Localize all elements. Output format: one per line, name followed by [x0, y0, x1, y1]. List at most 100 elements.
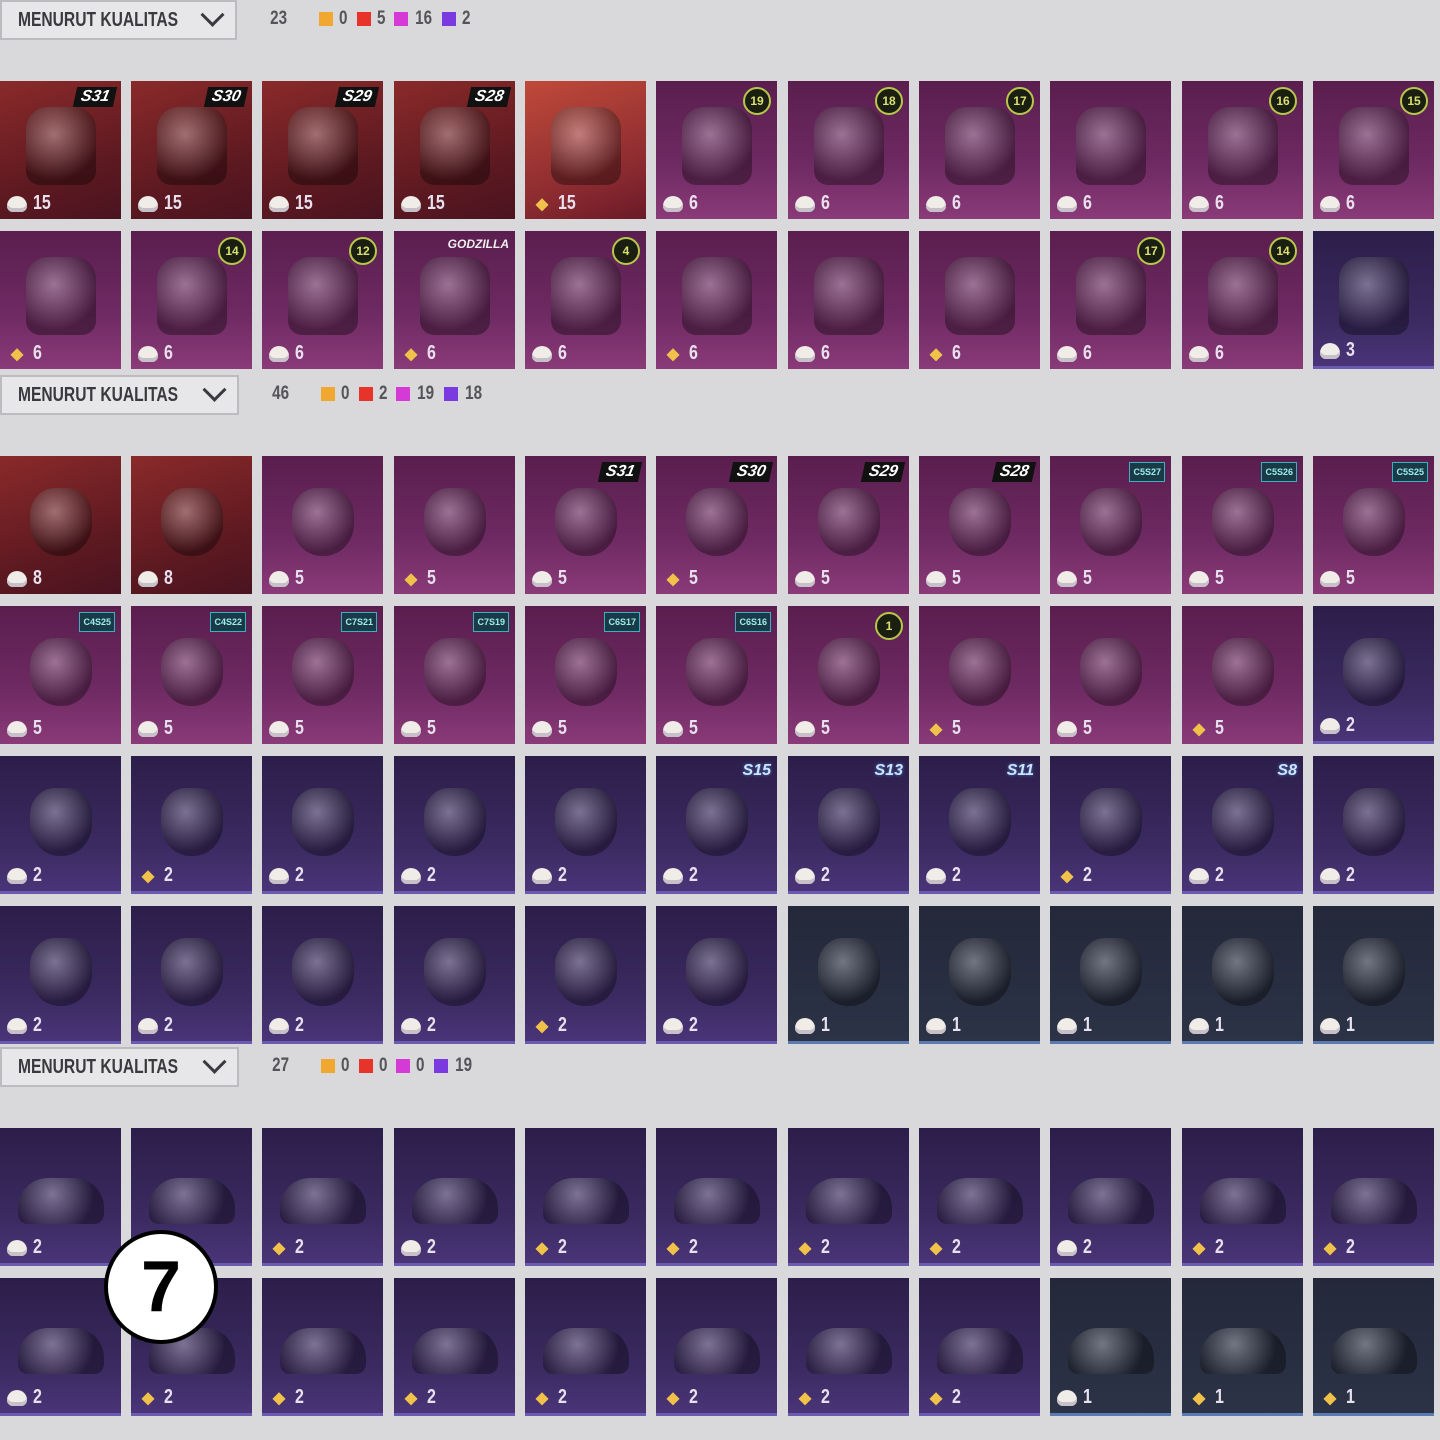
mask-item-tile[interactable]: C5S26 5 [1182, 456, 1303, 594]
mask-item-tile[interactable]: S30 ◆ 5 [656, 456, 777, 594]
shoe-item-tile[interactable]: ◆ 2 [656, 1278, 777, 1416]
bag-item-tile[interactable]: 6 [788, 231, 909, 369]
mask-item-tile[interactable]: 2 [525, 756, 646, 894]
bag-item-tile[interactable]: 19 6 [656, 81, 777, 219]
bag-item-tile[interactable]: ◆ 6 [656, 231, 777, 369]
mask-item-tile[interactable]: ◆ 5 [919, 606, 1040, 744]
sort-dropdown[interactable]: MENURUT KUALITAS [0, 0, 237, 40]
shoe-item-tile[interactable]: ◆ 2 [656, 1128, 777, 1266]
mask-item-tile[interactable]: ◆ 2 [525, 906, 646, 1044]
mask-item-tile[interactable]: S31 5 [525, 456, 646, 594]
shoe-item-tile[interactable]: ◆ 2 [525, 1278, 646, 1416]
mask-item-tile[interactable]: 2 [0, 756, 121, 894]
bag-item-tile[interactable]: 14 6 [131, 231, 252, 369]
cloud-coin-icon [662, 193, 684, 215]
mask-item-tile[interactable]: ◆ 2 [1050, 756, 1171, 894]
mask-item-tile[interactable]: 8 [0, 456, 121, 594]
mask-item-tile[interactable]: 2 [394, 906, 515, 1044]
mask-item-tile[interactable]: 2 [0, 906, 121, 1044]
mask-item-tile[interactable]: 1 [1313, 906, 1434, 1044]
mask-item-tile[interactable]: 5 [262, 456, 383, 594]
shoe-item-tile[interactable]: ◆ 2 [262, 1128, 383, 1266]
shoe-item-tile[interactable]: ◆ 2 [394, 1278, 515, 1416]
season-badge: 17 [1137, 237, 1165, 265]
mask-item-tile[interactable]: C7S21 5 [262, 606, 383, 744]
mask-item-tile[interactable]: 2 [262, 906, 383, 1044]
mask-item-tile[interactable]: C5S27 5 [1050, 456, 1171, 594]
bag-item-tile[interactable]: 14 6 [1182, 231, 1303, 369]
mask-item-tile[interactable]: ◆ 5 [1182, 606, 1303, 744]
mask-item-tile[interactable]: 2 [1313, 606, 1434, 744]
mask-item-tile[interactable]: C4S22 5 [131, 606, 252, 744]
bag-item-tile[interactable]: 46 [525, 231, 646, 369]
bag-item-tile[interactable]: 17 6 [1050, 231, 1171, 369]
bag-item-tile[interactable]: ◆ 6 [919, 231, 1040, 369]
shoe-item-tile[interactable]: ◆ 1 [1313, 1278, 1434, 1416]
mask-item-tile[interactable]: S13 2 [788, 756, 909, 894]
bag-item-tile[interactable]: 12 6 [262, 231, 383, 369]
bag-item-tile[interactable]: 16 6 [1182, 81, 1303, 219]
shoe-item-tile[interactable]: ◆ 2 [788, 1128, 909, 1266]
shoe-item-tile[interactable]: 2 [0, 1128, 121, 1266]
shoe-item-tile[interactable]: ◆ 2 [1313, 1128, 1434, 1266]
bag-item-tile[interactable]: 18 6 [788, 81, 909, 219]
mask-item-tile[interactable]: 2 [1313, 756, 1434, 894]
sort-dropdown[interactable]: MENURUT KUALITAS [0, 375, 239, 415]
mask-item-tile[interactable]: C5S25 5 [1313, 456, 1434, 594]
bag-item-tile[interactable]: S28 15 [394, 81, 515, 219]
mask-item-tile[interactable]: 1 [1050, 906, 1171, 1044]
mask-item-tile[interactable]: 8 [131, 456, 252, 594]
shoe-item-tile[interactable]: ◆ 1 [1182, 1278, 1303, 1416]
bag-item-tile[interactable]: 17 6 [919, 81, 1040, 219]
bag-item-tile[interactable]: S29 15 [262, 81, 383, 219]
mask-item-tile[interactable]: S8 2 [1182, 756, 1303, 894]
season-badge: S8 [1277, 762, 1297, 779]
mask-item-tile[interactable]: 2 [131, 906, 252, 1044]
shoe-item-tile[interactable]: 2 [0, 1278, 121, 1416]
mask-icon [1212, 788, 1274, 856]
bag-item-tile[interactable]: 6 [1050, 81, 1171, 219]
mask-icon [949, 938, 1011, 1006]
mask-item-tile[interactable]: 2 [394, 756, 515, 894]
gold-coin-icon: ◆ [535, 1239, 549, 1257]
mask-item-tile[interactable]: C7S19 5 [394, 606, 515, 744]
bag-item-tile[interactable]: S30 15 [131, 81, 252, 219]
mask-item-tile[interactable]: S11 2 [919, 756, 1040, 894]
shoe-item-tile[interactable]: ◆ 2 [788, 1278, 909, 1416]
bag-item-tile[interactable]: GODZILLA ◆ 6 [394, 231, 515, 369]
bag-item-tile[interactable]: 3 [1313, 231, 1434, 369]
mask-item-tile[interactable]: S29 5 [788, 456, 909, 594]
bag-item-tile[interactable]: ◆ 15 [525, 81, 646, 219]
shoe-item-tile[interactable]: ◆ 2 [525, 1128, 646, 1266]
mask-item-tile[interactable]: C6S17 5 [525, 606, 646, 744]
mask-item-tile[interactable]: ◆ 2 [131, 756, 252, 894]
mask-item-tile[interactable]: C4S25 5 [0, 606, 121, 744]
mask-item-tile[interactable]: 5 [1050, 606, 1171, 744]
mask-icon [555, 488, 617, 556]
shoe-item-tile[interactable]: ◆ 2 [919, 1128, 1040, 1266]
shoe-item-tile[interactable]: ◆ 2 [919, 1278, 1040, 1416]
mask-item-tile[interactable]: 1 [919, 906, 1040, 1044]
shoe-item-tile[interactable]: ◆ 2 [1182, 1128, 1303, 1266]
cost-value: 5 [952, 717, 961, 739]
bag-item-tile[interactable]: 15 6 [1313, 81, 1434, 219]
mask-item-tile[interactable]: 1 [788, 906, 909, 1044]
quality-count: 19 [433, 1055, 474, 1077]
mask-icon [1212, 488, 1274, 556]
mask-item-tile[interactable]: S28 5 [919, 456, 1040, 594]
mask-item-tile[interactable]: C6S16 5 [656, 606, 777, 744]
shoe-item-tile[interactable]: 1 [1050, 1278, 1171, 1416]
bag-item-tile[interactable]: ◆ 6 [0, 231, 121, 369]
shoe-item-tile[interactable]: 2 [394, 1128, 515, 1266]
mask-item-tile[interactable]: 1 [1182, 906, 1303, 1044]
sort-dropdown[interactable]: MENURUT KUALITAS [0, 1047, 239, 1087]
mask-item-tile[interactable]: S15 2 [656, 756, 777, 894]
mask-item-tile[interactable]: 2 [656, 906, 777, 1044]
mask-item-tile[interactable]: 15 [788, 606, 909, 744]
mask-item-tile[interactable]: ◆ 5 [394, 456, 515, 594]
shoe-item-tile[interactable]: 2 [1050, 1128, 1171, 1266]
shoe-item-tile[interactable]: ◆ 2 [262, 1278, 383, 1416]
cost-label: 2 [1319, 714, 1357, 737]
bag-item-tile[interactable]: S31 15 [0, 81, 121, 219]
mask-item-tile[interactable]: 2 [262, 756, 383, 894]
